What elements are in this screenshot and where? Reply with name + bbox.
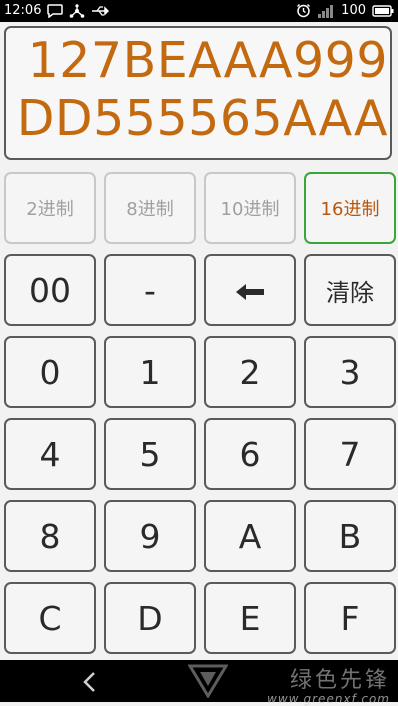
result-display: 127BEAAA999DD555565AAA [4, 26, 392, 160]
alarm-clock-icon [296, 3, 311, 18]
status-bar: 12:06 100 [0, 0, 398, 22]
watermark-logo-icon [187, 664, 229, 702]
key-f[interactable]: F [304, 582, 396, 654]
key-minus[interactable]: - [104, 254, 196, 326]
key-7[interactable]: 7 [304, 418, 396, 490]
signal-strength-icon [317, 4, 335, 18]
left-arrow-icon [234, 271, 266, 310]
status-time: 12:06 [4, 3, 42, 18]
base-16-button[interactable]: 16进制 [304, 172, 396, 244]
key-8[interactable]: 8 [4, 500, 96, 572]
base-8-button[interactable]: 8进制 [104, 172, 196, 244]
chat-bubble-icon [47, 3, 64, 18]
key-2[interactable]: 2 [204, 336, 296, 408]
key-00[interactable]: 00 [4, 254, 96, 326]
key-4[interactable]: 4 [4, 418, 96, 490]
clear-button[interactable]: 清除 [304, 254, 396, 326]
key-9[interactable]: 9 [104, 500, 196, 572]
usb-icon [91, 5, 111, 17]
key-b[interactable]: B [304, 500, 396, 572]
key-e[interactable]: E [204, 582, 296, 654]
battery-level: 100 [341, 3, 366, 18]
key-6[interactable]: 6 [204, 418, 296, 490]
base-10-button[interactable]: 10进制 [204, 172, 296, 244]
back-arrow-icon[interactable] [82, 671, 98, 697]
navigation-bar: 绿色先锋 www.greenxf.com [0, 660, 398, 706]
backspace-button[interactable] [204, 254, 296, 326]
key-3[interactable]: 3 [304, 336, 396, 408]
status-bar-left: 12:06 [4, 3, 111, 18]
watermark: 绿色先锋 www.greenxf.com [267, 662, 390, 706]
battery-icon [372, 4, 394, 17]
key-0[interactable]: 0 [4, 336, 96, 408]
key-c[interactable]: C [4, 582, 96, 654]
watermark-url: www.greenxf.com [267, 692, 390, 706]
key-d[interactable]: D [104, 582, 196, 654]
watermark-title: 绿色先锋 [289, 668, 390, 693]
usb-debug-icon [69, 3, 85, 18]
status-bar-right: 100 [296, 3, 394, 18]
key-1[interactable]: 1 [104, 336, 196, 408]
key-a[interactable]: A [204, 500, 296, 572]
key-5[interactable]: 5 [104, 418, 196, 490]
display-value: 127BEAAA999DD555565AAA [16, 32, 388, 147]
base-2-button[interactable]: 2进制 [4, 172, 96, 244]
